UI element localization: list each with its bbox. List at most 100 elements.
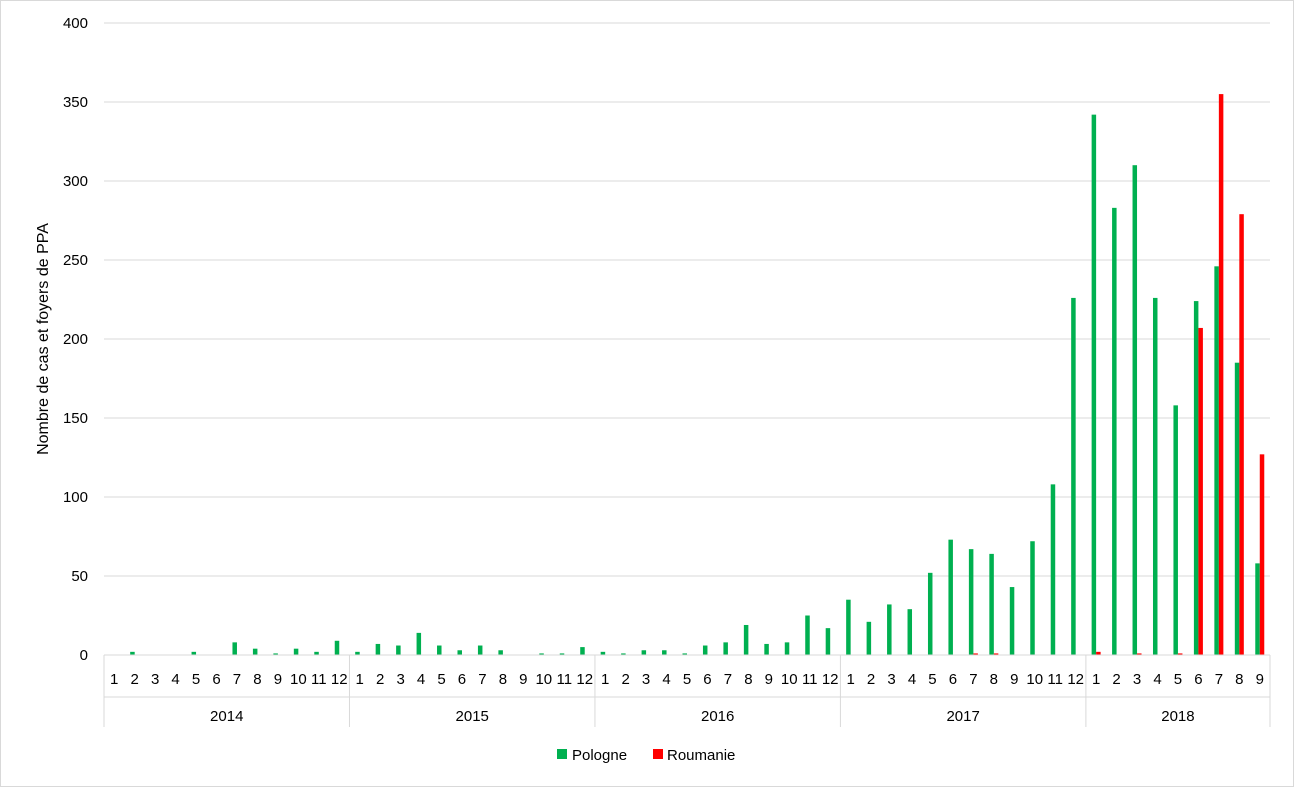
bar-pologne — [1214, 266, 1219, 655]
x-tick-label: 3 — [887, 671, 895, 688]
x-axis: 1 2 3 4 5 6 7 8 9 10 11 12 1 2 3 4 5 6 7 8 9 10 11 12 1 2 3 4 5 6 7 8 9 1… — [103, 654, 1271, 727]
bar-pologne — [825, 628, 831, 655]
x-tick-label: 1 — [110, 671, 118, 688]
x-tick-label: 10 — [290, 671, 307, 688]
x-tick-label: 7 — [233, 671, 241, 688]
x-tick-label: 2 — [621, 671, 629, 688]
x-tick-label: 12 — [331, 671, 348, 688]
x-tick-label: 8 — [990, 671, 998, 688]
x-tick-label: 3 — [1133, 671, 1141, 688]
x-tick-label: 4 — [908, 671, 916, 688]
bar-pologne — [1050, 484, 1056, 655]
legend-swatch-roumanie — [653, 749, 663, 759]
bar-pologne — [764, 643, 769, 655]
bar-roumanie — [1198, 327, 1203, 655]
x-tick-label: 2 — [867, 671, 875, 688]
bar-pologne — [805, 615, 810, 655]
x-tick-label: 1 — [356, 671, 364, 688]
x-tick-label: 9 — [1256, 671, 1264, 688]
x-tick-label: 3 — [642, 671, 650, 688]
bar-pologne — [375, 643, 381, 655]
x-tick-label: 6 — [212, 671, 220, 688]
x-tick-label: 5 — [192, 671, 200, 688]
y-tick-label: 50 — [71, 568, 88, 585]
bar-pologne — [232, 642, 237, 655]
bar-pologne — [723, 642, 728, 655]
bar-roumanie — [1218, 94, 1224, 656]
x-tick-label: 8 — [499, 671, 507, 688]
x-tick-label: 11 — [556, 671, 572, 688]
bar-pologne — [866, 621, 872, 655]
x-tick-label: 10 — [535, 671, 552, 688]
x-tick-label: 7 — [478, 671, 486, 688]
bar-pologne — [887, 604, 892, 655]
x-tick-label: 12 — [576, 671, 593, 688]
legend-label-roumanie: Roumanie — [667, 747, 735, 764]
x-tick-label: 6 — [949, 671, 957, 688]
x-tick-label: 12 — [1067, 671, 1084, 688]
bar-pologne — [948, 539, 953, 655]
bar-pologne — [1132, 165, 1138, 655]
bar-pologne — [437, 645, 442, 655]
y-tick-label: 300 — [63, 173, 88, 190]
bar-pologne — [702, 645, 708, 655]
bar-pologne — [927, 572, 933, 655]
y-tick-label: 400 — [63, 15, 88, 32]
y-tick-label: 0 — [80, 647, 88, 664]
x-tick-label: 6 — [703, 671, 711, 688]
x-tick-label: 7 — [1215, 671, 1223, 688]
bar-pologne — [1173, 405, 1178, 655]
bar-pologne — [293, 648, 299, 655]
bar-roumanie — [1259, 454, 1265, 655]
y-tick-label: 200 — [63, 331, 88, 348]
y-tick-label: 250 — [63, 252, 88, 269]
x-tick-label: 8 — [744, 671, 752, 688]
bar-pologne — [1152, 297, 1158, 655]
y-tick-label: 100 — [63, 489, 88, 506]
x-tick-label: 4 — [171, 671, 179, 688]
x-tick-label: 4 — [662, 671, 670, 688]
x-group-label: 2014 — [210, 708, 243, 725]
x-tick-label: 5 — [1174, 671, 1182, 688]
x-tick-label: 9 — [519, 671, 527, 688]
x-tick-label: 9 — [765, 671, 773, 688]
bar-pologne — [1234, 362, 1240, 655]
bar-pologne — [416, 632, 422, 655]
x-tick-label: 6 — [458, 671, 466, 688]
legend-label-pologne: Pologne — [572, 747, 627, 764]
bar-pologne — [846, 599, 851, 655]
bar-pologne — [252, 648, 258, 655]
x-tick-label: 3 — [151, 671, 159, 688]
x-tick-label: 1 — [1092, 671, 1100, 688]
x-tick-label: 11 — [311, 671, 327, 688]
x-tick-label: 4 — [1153, 671, 1161, 688]
legend-swatch-pologne — [557, 749, 567, 759]
x-tick-label: 1 — [846, 671, 854, 688]
x-tick-label: 7 — [724, 671, 732, 688]
bar-roumanie — [1239, 214, 1244, 655]
x-group-label: 2018 — [1161, 708, 1194, 725]
bar-pologne — [1193, 301, 1199, 655]
bar-pologne — [457, 650, 462, 655]
x-tick-label: 6 — [1194, 671, 1202, 688]
bar-pologne — [396, 645, 401, 655]
x-tick-label: 10 — [781, 671, 798, 688]
bar-pologne — [477, 645, 483, 655]
x-tick-label: 5 — [928, 671, 936, 688]
x-tick-label: 2 — [376, 671, 384, 688]
bar-pologne — [334, 640, 340, 655]
x-tick-label: 5 — [683, 671, 691, 688]
bars — [130, 94, 1265, 656]
bar-pologne — [968, 549, 974, 655]
x-group-label: 2016 — [701, 708, 734, 725]
x-tick-label: 10 — [1026, 671, 1043, 688]
y-axis-ticks: 0 50 100 150 200 250 300 350 400 — [63, 15, 88, 664]
legend: Pologne Roumanie — [557, 747, 735, 764]
bar-pologne — [907, 609, 913, 655]
x-tick-label: 3 — [396, 671, 404, 688]
x-tick-label: 8 — [253, 671, 261, 688]
bar-pologne — [743, 624, 749, 655]
bar-pologne — [641, 650, 647, 655]
bar-pologne — [1009, 587, 1015, 655]
bar-pologne — [1071, 297, 1076, 655]
